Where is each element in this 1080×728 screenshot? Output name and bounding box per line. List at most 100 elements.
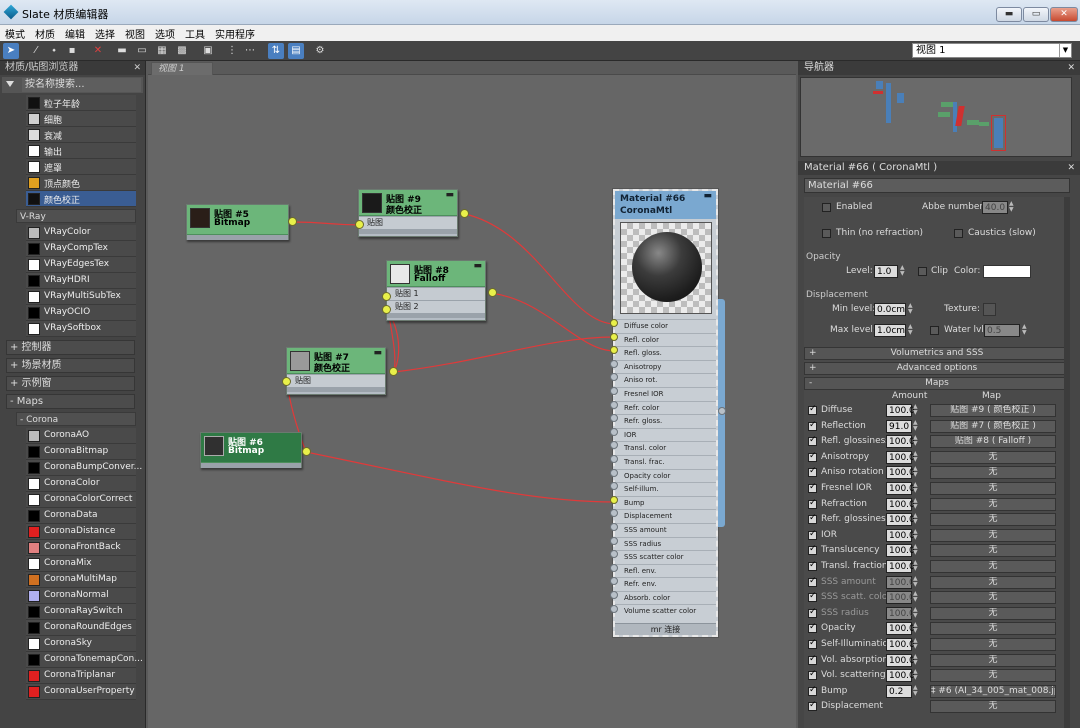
collapse-icon[interactable]: ▬ bbox=[445, 190, 454, 200]
node-slot[interactable]: 贴图 bbox=[287, 374, 385, 387]
show-params-icon[interactable]: ▤ bbox=[288, 43, 304, 59]
amount-spinner-icon[interactable]: ▲ ▼ bbox=[913, 653, 920, 667]
browser-item[interactable]: VRayMultiSubTex bbox=[26, 289, 136, 305]
amount-spinner-icon[interactable]: ▲ ▼ bbox=[913, 404, 920, 417]
browser-item[interactable]: VRayHDRI bbox=[26, 273, 136, 289]
browser-item[interactable]: VRayOCIO bbox=[26, 305, 136, 321]
map-enable-checkbox[interactable] bbox=[808, 529, 817, 540]
browser-item[interactable]: 顶点颜色 bbox=[26, 175, 136, 191]
group-corona[interactable]: - Corona bbox=[16, 412, 136, 426]
params-scrollbar[interactable] bbox=[1064, 197, 1070, 728]
amount-spinner-icon[interactable]: ▲ ▼ bbox=[913, 637, 920, 651]
menu-edit[interactable]: 编辑 bbox=[60, 25, 90, 42]
thin-checkbox[interactable] bbox=[822, 229, 831, 238]
delete-icon[interactable]: ✕ bbox=[90, 43, 106, 59]
rollout-sample-slots[interactable]: + 示例窗 bbox=[6, 376, 135, 391]
output-socket[interactable] bbox=[389, 367, 398, 376]
material-slot[interactable]: SSS amount bbox=[615, 522, 716, 537]
amount-spinner-icon[interactable]: ▲ ▼ bbox=[913, 669, 920, 682]
select-tool-icon[interactable]: ➤ bbox=[3, 43, 19, 59]
browser-item[interactable]: CoronaAO bbox=[26, 428, 136, 444]
node-map-5[interactable]: 贴图 #5 Bitmap bbox=[186, 204, 289, 240]
material-slot[interactable]: Opacity color bbox=[615, 468, 716, 483]
input-socket[interactable] bbox=[382, 292, 391, 301]
browser-close-icon[interactable]: ✕ bbox=[133, 61, 141, 75]
map-slot-button[interactable]: 无 bbox=[930, 497, 1056, 511]
rollout-advanced[interactable]: + Advanced options bbox=[804, 362, 1070, 375]
map-amount-field[interactable]: 100.0 bbox=[886, 528, 915, 542]
texture-map-button[interactable] bbox=[983, 303, 996, 316]
map-slot-button[interactable]: 贴图 #8 ( Falloff ) bbox=[930, 435, 1056, 449]
browser-item[interactable]: 颜色校正 bbox=[26, 191, 136, 207]
map-amount-field[interactable]: 100.0 bbox=[886, 591, 915, 605]
map-amount-field[interactable]: 100.0 bbox=[886, 404, 915, 417]
show-map-icon[interactable]: ▦ bbox=[154, 43, 170, 59]
amount-spinner-icon[interactable]: ▲ ▼ bbox=[913, 606, 920, 620]
output-socket[interactable] bbox=[302, 447, 311, 456]
put-to-library-icon[interactable]: ▪ bbox=[64, 43, 80, 59]
map-slot-button[interactable]: 无 bbox=[930, 481, 1056, 495]
amount-spinner-icon[interactable]: ▲ ▼ bbox=[913, 559, 920, 573]
input-socket[interactable] bbox=[382, 305, 391, 314]
map-amount-field[interactable]: 100.0 bbox=[886, 544, 915, 558]
material-slot[interactable]: Aniso rot. bbox=[615, 373, 716, 387]
map-slot-button[interactable]: 无 bbox=[930, 450, 1056, 464]
map-slot-button[interactable]: 无 bbox=[930, 544, 1056, 558]
view-select[interactable]: 视图 1 ▼ bbox=[912, 43, 1072, 58]
menu-view[interactable]: 视图 bbox=[120, 25, 150, 42]
browser-item[interactable]: CoronaBitmap bbox=[26, 444, 136, 460]
node-map-6[interactable]: 贴图 #6 Bitmap bbox=[200, 432, 302, 468]
map-enable-checkbox[interactable] bbox=[808, 638, 817, 649]
map-slot-button[interactable]: 无 bbox=[930, 700, 1056, 714]
map-amount-field[interactable]: 100.0 bbox=[886, 497, 915, 511]
map-enable-checkbox[interactable] bbox=[808, 576, 817, 587]
material-slot[interactable]: Absorb. color bbox=[615, 590, 716, 605]
rollout-controllers[interactable]: + 控制器 bbox=[6, 340, 135, 355]
map-enable-checkbox[interactable] bbox=[808, 513, 817, 525]
map-amount-field[interactable]: 100.0 bbox=[886, 481, 915, 495]
mr-connection[interactable]: mr 连接 bbox=[615, 623, 716, 635]
input-socket[interactable] bbox=[610, 332, 618, 341]
map-slot-button[interactable]: 无 bbox=[930, 606, 1056, 620]
navigator-view[interactable] bbox=[800, 77, 1072, 157]
map-amount-field[interactable]: 100.0 bbox=[886, 575, 915, 589]
material-slot[interactable]: Transl. color bbox=[615, 441, 716, 455]
opacity-color-swatch[interactable] bbox=[983, 265, 1031, 278]
amount-spinner-icon[interactable]: ▲ ▼ bbox=[913, 435, 920, 448]
collapse-icon[interactable]: ▬ bbox=[703, 191, 712, 201]
max-level-spinner-icon[interactable]: ▲ ▼ bbox=[908, 324, 915, 337]
browser-item[interactable]: 遮罩 bbox=[26, 159, 136, 175]
node-slot[interactable]: 贴图 bbox=[359, 216, 457, 229]
abbe-field[interactable]: 40.0 bbox=[982, 201, 1008, 214]
map-amount-field[interactable]: 0.2 bbox=[886, 684, 912, 698]
input-socket[interactable] bbox=[610, 319, 618, 327]
node-view[interactable]: 视图 1 贴图 #5 Bitmap 贴图 #9 颜色校正 ▬ 贴图 贴图 #8 … bbox=[148, 61, 796, 728]
material-name-field[interactable]: Material #66 bbox=[804, 178, 1070, 193]
map-enable-checkbox[interactable] bbox=[808, 669, 817, 681]
map-amount-field[interactable]: 100.0 bbox=[886, 435, 915, 449]
input-socket[interactable] bbox=[610, 591, 618, 599]
output-socket[interactable] bbox=[460, 209, 469, 218]
material-slot[interactable]: Displacement bbox=[615, 509, 716, 523]
amount-spinner-icon[interactable]: ▲ ▼ bbox=[913, 544, 920, 557]
node-map-7[interactable]: 贴图 #7 颜色校正 ▬ 贴图 bbox=[286, 347, 386, 395]
input-socket[interactable] bbox=[610, 523, 618, 531]
assign-material-icon[interactable]: ⬩ bbox=[46, 43, 62, 59]
rollout-volumetrics[interactable]: + Volumetrics and SSS bbox=[804, 347, 1070, 360]
material-slot[interactable]: Transl. frac. bbox=[615, 454, 716, 469]
chevron-down-icon[interactable]: ▼ bbox=[1059, 44, 1071, 57]
navigator-close-icon[interactable]: ✕ bbox=[1067, 61, 1075, 75]
menu-options[interactable]: 选项 bbox=[150, 25, 180, 42]
map-enable-checkbox[interactable] bbox=[808, 591, 817, 603]
map-enable-checkbox[interactable] bbox=[808, 544, 817, 556]
map-enable-checkbox[interactable] bbox=[808, 700, 817, 712]
material-slot[interactable]: SSS radius bbox=[615, 536, 716, 551]
material-slot[interactable]: SSS scatter color bbox=[615, 550, 716, 564]
browser-item[interactable]: CoronaColor bbox=[26, 476, 136, 492]
map-amount-field[interactable]: 100.0 bbox=[886, 606, 915, 620]
input-socket[interactable] bbox=[610, 536, 618, 545]
browser-item[interactable]: CoronaTonemapCon... bbox=[26, 652, 143, 668]
map-enable-checkbox[interactable] bbox=[808, 420, 817, 431]
input-socket[interactable] bbox=[610, 604, 618, 613]
node-material-66[interactable]: Material #66 CoronaMtl ▬ Diffuse color Re… bbox=[613, 189, 725, 637]
